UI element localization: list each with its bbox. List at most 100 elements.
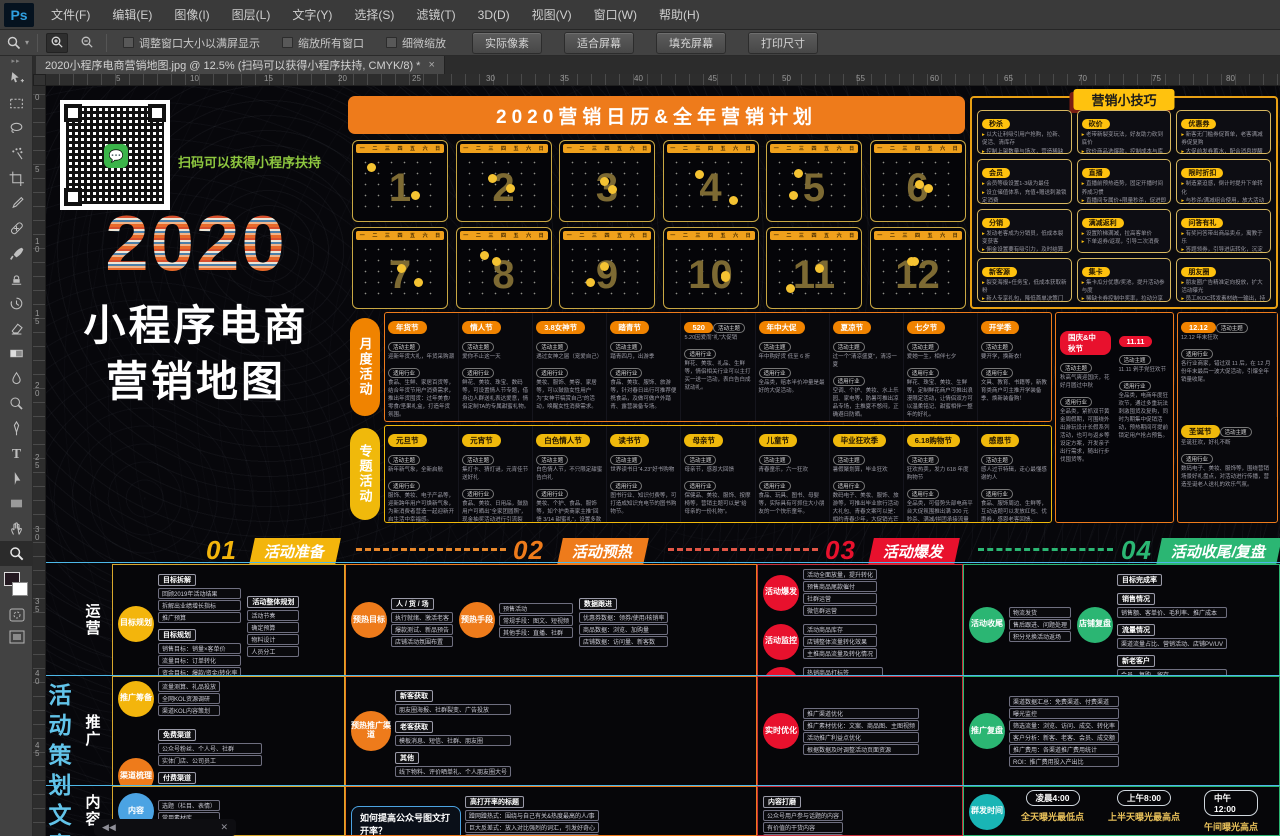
- calendar-weekday-row: 一二三四五六日: [460, 144, 548, 153]
- close-icon[interactable]: ✕: [220, 822, 228, 833]
- pen-tool[interactable]: [0, 416, 33, 441]
- eyedropper-tool[interactable]: [0, 191, 33, 216]
- options-button[interactable]: 打印尺寸: [748, 32, 818, 54]
- node-item: 推广费用：各渠道推广费用统计: [1009, 744, 1119, 755]
- weekday: 日: [849, 232, 854, 239]
- screen-mode-button[interactable]: [0, 626, 33, 648]
- mindmap-cluster: 群发时间凌晨4:00全天曝光最低点上午8:00上半天曝光最高点中午12:00午间…: [969, 790, 1280, 833]
- menu-图层[interactable]: 图层(L): [221, 0, 282, 29]
- menu-选择[interactable]: 选择(S): [343, 0, 405, 29]
- options-button[interactable]: 实际像素: [472, 32, 542, 54]
- industry-text: 美妆、个护、食品、服饰等，如个护类商家主推“回馈 3/14 甜蜜礼”，设置多款单…: [536, 501, 603, 522]
- menu-文字[interactable]: 文字(Y): [281, 0, 343, 29]
- node-item: 微信群运营: [803, 605, 877, 616]
- background-color-swatch[interactable]: [12, 582, 28, 596]
- lane-label-char: 推: [85, 714, 100, 731]
- node-groups: 高打开率的标题蹭网蹭热式：围绕与自己有关&热度最高的人/事巨大反差式：放入对比强…: [465, 790, 599, 836]
- checkbox-icon[interactable]: [386, 37, 397, 48]
- theme-label: 活动主题: [388, 342, 420, 352]
- weekday: 三: [902, 232, 907, 239]
- node-group: 免费渠道公众号粉丝、个人号、社群实体门店、公司员工: [158, 724, 262, 766]
- node-group: 预售活动常规手段：图文、短视频其他手段：直播、社群: [499, 603, 573, 638]
- mindmap-cluster: 渠道梳理免费渠道公众号粉丝、个人号、社群实体门店、公司员工付费渠道朋友圈广告、公…: [118, 723, 262, 786]
- gradient-tool[interactable]: [0, 341, 33, 366]
- rectangular-marquee-tool[interactable]: [0, 91, 33, 116]
- checkbox-icon[interactable]: [282, 37, 293, 48]
- options-button[interactable]: 适合屏幕: [564, 32, 634, 54]
- magic-wand-tool[interactable]: [0, 141, 33, 166]
- options-button[interactable]: 填充屏幕: [656, 32, 726, 54]
- calendar-month-12: 一二三四五六日12: [870, 227, 966, 309]
- menu-编辑[interactable]: 编辑(E): [101, 0, 163, 29]
- rectangle-tool[interactable]: [0, 491, 33, 516]
- history-brush-tool[interactable]: [0, 291, 33, 316]
- activity-name-pill: 白色情人节: [536, 434, 590, 447]
- activity-name-pill: 圣诞节: [1181, 425, 1220, 438]
- option-checkbox[interactable]: 调整窗口大小以满屏显示: [123, 35, 260, 51]
- industry-label: 适用行业: [610, 368, 642, 378]
- zoom-tool-preset[interactable]: ▾: [6, 35, 29, 51]
- highlight-date: [910, 257, 919, 266]
- zoom-tool-icon: [8, 545, 25, 562]
- hand-tool[interactable]: [0, 516, 33, 541]
- industry-label: 适用行业: [536, 489, 568, 499]
- option-checkbox[interactable]: 缩放所有窗口: [282, 35, 364, 51]
- node-item: 物流发货: [1009, 607, 1071, 618]
- clone-stamp-tool[interactable]: [0, 266, 33, 291]
- industry-label: 适用行业: [759, 368, 791, 378]
- document-canvas[interactable]: 💬 扫码可以获得小程序扶持 2020 小程序电商 营销地图 2020营销日历&全…: [46, 86, 1280, 836]
- type-tool[interactable]: T: [0, 441, 33, 466]
- zoom-out-button[interactable]: [76, 33, 98, 53]
- mindmap-cluster: 预热推广渠道新客获取朋友圈海报、社群裂变、广告投放老客获取模板消息、短信、社群、…: [351, 684, 511, 778]
- blur-tool[interactable]: [0, 366, 33, 391]
- theme-text: 爱她一生，相伴七夕: [907, 354, 974, 362]
- menu-图像[interactable]: 图像(I): [163, 0, 220, 29]
- lasso-tool[interactable]: [0, 116, 33, 141]
- move-tool[interactable]: [0, 66, 33, 91]
- menu-3D[interactable]: 3D(D): [467, 0, 521, 29]
- menu-窗口[interactable]: 窗口(W): [583, 0, 648, 29]
- panel-grip[interactable]: ▸▸: [0, 56, 32, 66]
- highlight-date: [924, 184, 933, 193]
- node-group: 活动整体规划活动节奏确定预算物料设计人员分工: [247, 591, 299, 657]
- weekday: 五: [721, 145, 726, 152]
- option-checkbox[interactable]: 细微缩放: [386, 35, 446, 51]
- eraser-tool[interactable]: [0, 316, 33, 341]
- tip-box: 优惠券新客无门槛券促首单，老客满减券促复购大促前发券蓄水，配合消息提醒核销: [1176, 110, 1271, 154]
- calendar-month-10: 一二三四五六日10: [663, 227, 759, 309]
- quick-mask-button[interactable]: [0, 604, 33, 626]
- healing-brush-tool[interactable]: [0, 216, 33, 241]
- document-tab-title: 2020小程序电商营销地图.jpg @ 12.5% (扫码可以获得小程序扶持, …: [45, 57, 420, 73]
- crop-tool[interactable]: [0, 166, 33, 191]
- industry-text: 全品类，电商年度狂欢节，通过多重玩法刺激囤货及复购，同时为期集中促销活动，预热期…: [1119, 393, 1170, 441]
- document-tab[interactable]: 2020小程序电商营销地图.jpg @ 12.5% (扫码可以获得小程序扶持, …: [36, 56, 445, 74]
- tab-close-icon[interactable]: ×: [428, 59, 434, 71]
- dodge-tool[interactable]: [0, 391, 33, 416]
- mindmap-cluster: 数据跟进优惠券数据：领券/使用/核销率商品数据：浏览、加购量店铺数据：访问量、新…: [579, 592, 668, 648]
- rewind-icon[interactable]: ◀◀: [102, 822, 116, 833]
- path-selection-tool[interactable]: [0, 466, 33, 491]
- send-times: 凌晨4:00全天曝光最低点上午8:00上半天曝光最高点中午12:00午间曝光高点…: [1009, 790, 1280, 833]
- tip-text: 设立储值体系，充值+赠送刺激锁定消费: [982, 189, 1067, 204]
- menu-文件[interactable]: 文件(F): [40, 0, 101, 29]
- checkbox-icon[interactable]: [123, 37, 134, 48]
- monthly-activities-box: 年货节活动主题迎新年货大礼，年货采购潮适用行业食品、生鲜、家居百货等，结合年货节…: [384, 312, 1052, 422]
- color-swatches[interactable]: [0, 570, 33, 604]
- calendar-month-11: 一二三四五六日11: [766, 227, 862, 309]
- canvas-bottom-overlay[interactable]: ◀◀ ✕: [94, 819, 236, 836]
- node-group: 流量情况渠道流量占比、营销活动、店铺PV/UV: [1117, 619, 1227, 649]
- brush-tool[interactable]: [0, 241, 33, 266]
- zoom-tool[interactable]: [0, 541, 33, 566]
- menu-帮助[interactable]: 帮助(H): [648, 0, 711, 29]
- weekday: 三: [902, 145, 907, 152]
- activity-name-pill: 毕业狂欢季: [833, 434, 887, 447]
- weekday: 一: [567, 145, 572, 152]
- weekday: 日: [746, 145, 751, 152]
- calendar-weekday-row: 一二三四五六日: [356, 144, 444, 153]
- special-activities-pill: 专题活动: [350, 428, 380, 520]
- menu-滤镜[interactable]: 滤镜(T): [405, 0, 466, 29]
- send-time: 凌晨4:00全天曝光最低点: [1021, 790, 1084, 833]
- node-item: 积分兑换活动返场: [1009, 631, 1071, 642]
- zoom-in-button[interactable]: [46, 33, 68, 53]
- menu-视图[interactable]: 视图(V): [521, 0, 583, 29]
